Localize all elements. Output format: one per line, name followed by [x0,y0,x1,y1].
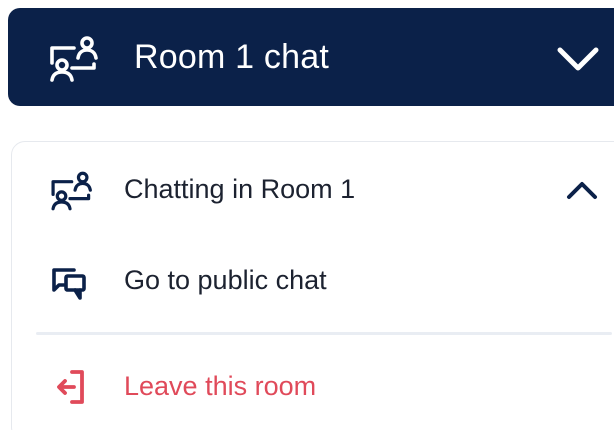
menu-item-label: Chatting in Room 1 [124,174,356,204]
room-chat-screen: Room 1 chat Chatting in Room 1 Go to pub… [0,0,614,430]
menu-item-public-chat[interactable]: Go to public chat [12,250,614,310]
chat-bubbles-icon [52,268,86,300]
menu-item-leave-room[interactable]: Leave this room [12,356,614,416]
room-chat-menu: Chatting in Room 1 Go to public chat Lea… [11,141,614,430]
menu-item-current-room[interactable]: Chatting in Room 1 [12,159,614,219]
menu-item-label: Leave this room [124,371,317,401]
menu-divider [36,332,612,335]
exit-icon [57,370,84,404]
room-chat-icon [50,36,98,82]
menu-item-label: Go to public chat [124,265,327,295]
room-chat-icon [51,171,92,211]
chevron-up-icon[interactable] [564,175,600,205]
chevron-down-icon[interactable] [552,38,604,78]
header-title: Room 1 chat [134,38,329,76]
room-chat-header[interactable]: Room 1 chat [8,8,614,106]
